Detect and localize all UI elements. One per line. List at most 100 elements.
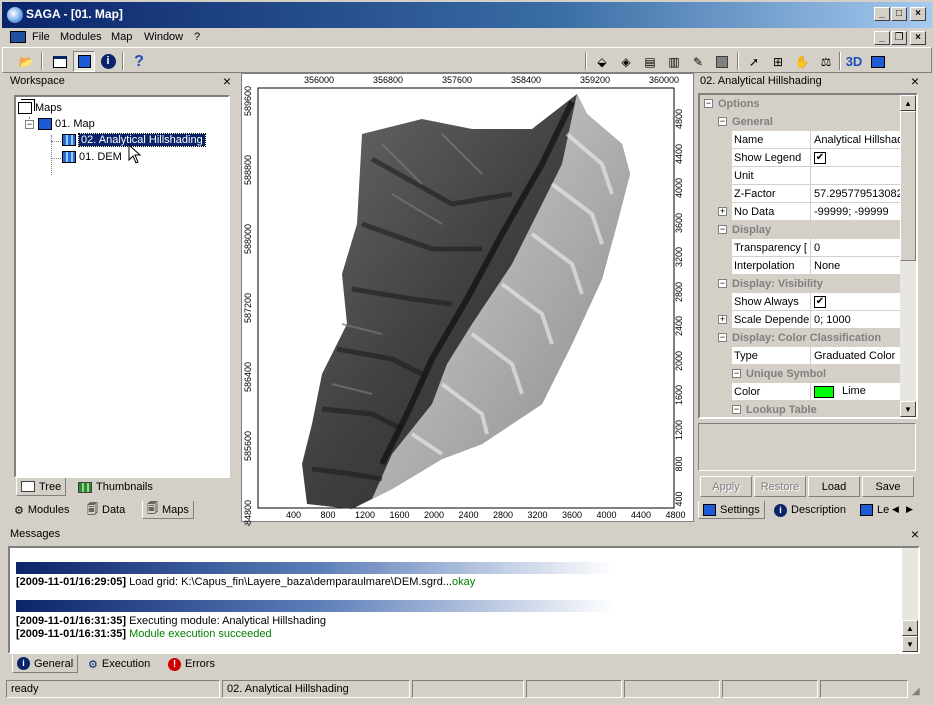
property-category[interactable]: − Display: Color Classification — [700, 329, 900, 347]
collapse-icon[interactable]: − — [732, 369, 741, 378]
zoom-prev-icon[interactable]: ⬙ — [591, 51, 613, 72]
property-category[interactable]: − Display: Visibility — [700, 275, 900, 293]
tab-general[interactable]: i General — [12, 655, 79, 673]
tab-errors[interactable]: ! Errors — [164, 655, 219, 673]
close-button[interactable]: × — [910, 7, 926, 21]
tab-thumbnails[interactable]: Thumbnails — [74, 478, 157, 496]
tab-legend[interactable]: Le — [856, 501, 893, 519]
measure-icon[interactable]: ⚖ — [815, 51, 837, 72]
property-value[interactable]: 0 — [814, 242, 904, 254]
doc-restore-button[interactable]: ❐ — [891, 31, 907, 45]
collapse-icon[interactable]: − — [718, 333, 727, 342]
zoom-next-icon[interactable]: ◈ — [615, 51, 637, 72]
property-value[interactable]: Analytical Hillshadi — [814, 134, 904, 146]
property-value[interactable]: 0; 1000 — [814, 314, 904, 326]
msg-scroll-up-icon[interactable]: ▲ — [902, 620, 918, 636]
scroll-thumb[interactable] — [900, 111, 916, 261]
color-value[interactable]: Lime — [814, 385, 904, 398]
properties-close-icon[interactable]: × — [911, 74, 919, 88]
property-checkbox[interactable]: ✔ — [814, 295, 904, 308]
property-category[interactable]: − Options — [700, 95, 900, 113]
expand-icon[interactable]: + — [718, 315, 727, 324]
property-category[interactable]: − General — [700, 113, 900, 131]
messages-close-icon[interactable]: × — [911, 527, 919, 541]
msg-scroll-down-icon[interactable]: ▼ — [902, 636, 918, 652]
help-icon[interactable]: ? — [128, 51, 150, 72]
property-row[interactable]: Show Legend ✔ — [700, 149, 900, 167]
menu-window[interactable]: Window — [144, 31, 183, 43]
property-category[interactable]: − Display — [700, 221, 900, 239]
collapse-icon[interactable]: − — [718, 279, 727, 288]
property-value[interactable]: Graduated Color — [814, 350, 904, 362]
tab-settings[interactable]: Settings — [698, 501, 765, 519]
tree-maps-root[interactable]: Maps — [18, 100, 62, 116]
pointer-icon[interactable]: ➚ — [743, 51, 765, 72]
title-bar[interactable]: SAGA - [01. Map] _ □ × — [2, 2, 932, 28]
property-row[interactable]: Transparency [0 — [700, 239, 900, 257]
tab-description[interactable]: i Description — [770, 501, 850, 519]
property-value[interactable]: 57.295779513082 — [814, 188, 904, 200]
expand-icon[interactable]: + — [718, 207, 727, 216]
collapse-icon[interactable]: − — [732, 405, 741, 414]
scroll-up-icon[interactable]: ▲ — [900, 95, 916, 111]
pan-hand-icon[interactable]: ✋ — [791, 51, 813, 72]
menu-help[interactable]: ? — [194, 31, 200, 43]
property-row[interactable]: Name Analytical Hillshadi — [700, 131, 904, 149]
doc-minimize-button[interactable]: _ — [874, 31, 890, 45]
tree-map-node[interactable]: 01. Map — [38, 116, 95, 132]
tab-data[interactable]: 🗐 Data — [83, 501, 129, 519]
collapse-icon[interactable]: − — [718, 225, 727, 234]
apply-button[interactable]: Apply — [700, 476, 752, 497]
property-row[interactable]: Color Lime — [700, 383, 900, 401]
workspace-close-icon[interactable]: × — [223, 74, 231, 88]
open-folder-icon[interactable]: 📂 — [15, 51, 37, 72]
menu-file[interactable]: File — [32, 31, 50, 43]
tab-maps[interactable]: 🗐 Maps — [142, 501, 194, 519]
map-window-icon[interactable] — [73, 51, 95, 72]
tab-scroll-right-icon[interactable]: ▶ — [906, 504, 913, 515]
tree-collapse-icon[interactable]: − — [25, 120, 34, 129]
layout-icon[interactable] — [867, 51, 889, 72]
property-category[interactable]: − Lookup Table — [700, 401, 900, 417]
save-button[interactable]: Save — [862, 476, 914, 497]
property-row[interactable]: Interpolation None — [700, 257, 900, 275]
property-grid[interactable]: − Options − General Name Analytical Hillshadi… — [698, 93, 918, 419]
tab-execution[interactable]: ⚙ Execution — [84, 655, 154, 673]
restore-button[interactable]: Restore — [754, 476, 806, 497]
map-canvas[interactable] — [242, 74, 693, 521]
menu-map[interactable]: Map — [111, 31, 132, 43]
maximize-button[interactable]: □ — [891, 7, 907, 21]
property-row[interactable]: Show Always ✔ — [700, 293, 900, 311]
document-icon[interactable] — [10, 31, 26, 43]
workspace-tree[interactable]: Maps − 01. Map 02. Analytical Hillshadin… — [14, 95, 230, 478]
property-row[interactable]: Z-Factor 57.295779513082 — [700, 185, 903, 203]
menu-modules[interactable]: Modules — [60, 31, 102, 43]
messages-log[interactable]: [2009-11-01/16:29:05] Load grid: K:\Capu… — [8, 546, 920, 654]
tree-layer-dem[interactable]: 01. DEM — [62, 149, 122, 165]
edit-layer-icon[interactable]: ✎ — [687, 51, 709, 72]
tab-modules[interactable]: ⚙ Modules — [10, 501, 73, 519]
view-3d-icon[interactable]: 3D — [843, 51, 865, 72]
layers-stack-icon[interactable]: ▥ — [663, 51, 685, 72]
collapse-icon[interactable]: − — [718, 117, 727, 126]
info-icon[interactable]: i — [97, 51, 119, 72]
sync-icon[interactable] — [711, 51, 733, 72]
property-checkbox[interactable]: ✔ — [814, 151, 904, 164]
zoom-tool-icon[interactable]: ⊞ — [767, 51, 789, 72]
map-view[interactable]: 356000 356800 357600 358400 359200 360000 400… — [241, 73, 694, 530]
property-row[interactable]: Unit — [700, 167, 900, 185]
scroll-down-icon[interactable]: ▼ — [900, 401, 916, 417]
tab-tree[interactable]: Tree — [16, 478, 67, 496]
tab-scroll-left-icon[interactable]: ◀ — [892, 504, 899, 515]
layers-icon[interactable]: ▤ — [639, 51, 661, 72]
workspace-toggle-icon[interactable] — [49, 51, 71, 72]
property-value[interactable]: None — [814, 260, 904, 272]
load-button[interactable]: Load — [808, 476, 860, 497]
collapse-icon[interactable]: − — [704, 99, 713, 108]
minimize-button[interactable]: _ — [874, 7, 890, 21]
messages-scrollbar[interactable]: ▲ ▼ — [902, 548, 918, 652]
property-category[interactable]: − Unique Symbol — [700, 365, 900, 383]
property-row[interactable]: + Scale Depender 0; 1000 — [700, 311, 900, 329]
property-scrollbar[interactable]: ▲ ▼ — [900, 95, 916, 417]
property-row[interactable]: + No Data -99999; -99999 — [700, 203, 900, 221]
